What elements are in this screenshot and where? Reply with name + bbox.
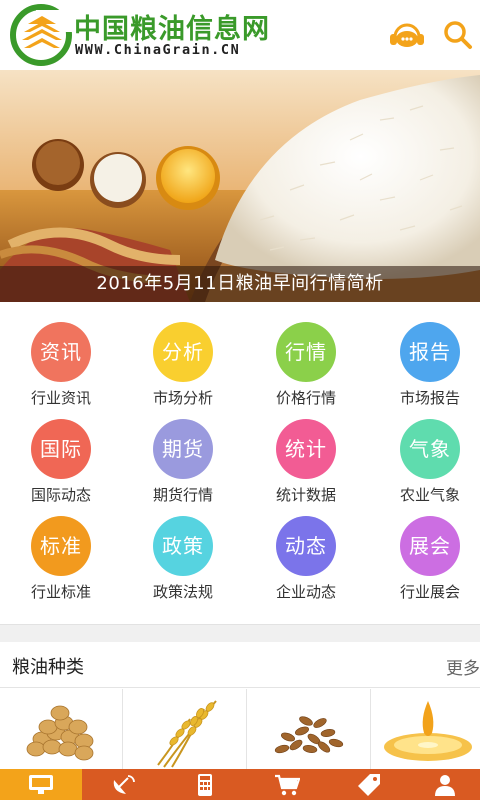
nav-cart[interactable] — [246, 769, 328, 800]
app-header: 中国粮油信息网 WWW.ChinaGrain.CN — [0, 0, 480, 70]
category-icon-badge: 展会 — [400, 516, 460, 576]
nav-tags[interactable] — [328, 769, 410, 800]
search-icon[interactable] — [440, 17, 480, 53]
category-icon-badge: 行情 — [276, 322, 336, 382]
section-header: 粮油种类 更多 — [0, 642, 480, 688]
category-icon-badge: 标准 — [31, 516, 91, 576]
category-statistics[interactable]: 统计 统计数据 — [245, 399, 365, 504]
more-link[interactable]: 更多 — [446, 654, 480, 679]
app-screen: 中国粮油信息网 WWW.ChinaGrain.CN 2016年5月11日粮油早间… — [0, 0, 480, 800]
category-icon-badge: 分析 — [153, 322, 213, 382]
category-policies[interactable]: 政策 政策法规 — [122, 496, 242, 601]
monitor-icon — [29, 775, 53, 794]
category-international-news[interactable]: 国际 国际动态 — [0, 399, 120, 504]
customer-service-icon[interactable] — [387, 17, 427, 53]
category-label: 行业展会 — [399, 583, 460, 601]
category-icon-badge: 政策 — [153, 516, 213, 576]
nav-broadcast[interactable] — [82, 769, 164, 800]
category-icon-badge: 资讯 — [31, 322, 91, 382]
product-type-list — [0, 689, 480, 769]
product-soybean[interactable] — [0, 689, 123, 769]
category-futures[interactable]: 期货 期货行情 — [122, 399, 242, 504]
category-industry-news[interactable]: 资讯 行业资讯 — [0, 302, 120, 407]
banner-caption[interactable]: 2016年5月11日粮油早间行情简析 — [0, 266, 480, 302]
category-label: 政策法规 — [152, 583, 213, 601]
category-agri-weather[interactable]: 气象 农业气象 — [369, 399, 480, 504]
nav-calculator[interactable] — [164, 769, 246, 800]
category-icon-badge: 统计 — [276, 419, 336, 479]
grain-seeds-image — [274, 716, 344, 754]
category-market-reports[interactable]: 报告 市场报告 — [369, 302, 480, 407]
banner-carousel[interactable]: 2016年5月11日粮油早间行情简析 — [0, 70, 480, 302]
nav-profile[interactable] — [410, 769, 480, 800]
section-title: 粮油种类 — [12, 657, 84, 678]
category-label: 企业动态 — [275, 583, 336, 601]
category-icon-badge: 期货 — [153, 419, 213, 479]
category-grid: 资讯 行业资讯 分析 市场分析 行情 价格行情 报告 市场报告 国际 国际动态 … — [0, 302, 480, 624]
category-icon-badge: 报告 — [400, 322, 460, 382]
wheat-image — [157, 700, 217, 768]
product-cooking-oil[interactable] — [372, 689, 480, 769]
category-company-news[interactable]: 动态 企业动态 — [245, 496, 365, 601]
user-icon — [435, 775, 455, 796]
section-divider — [0, 624, 480, 642]
category-market-analysis[interactable]: 分析 市场分析 — [122, 302, 242, 407]
brand-name: 中国粮油信息网 — [74, 14, 270, 45]
soybean-image — [26, 705, 94, 761]
brand-url: WWW.ChinaGrain.CN — [75, 42, 241, 58]
category-industry-standards[interactable]: 标准 行业标准 — [0, 496, 120, 601]
product-wheat[interactable] — [124, 689, 247, 769]
category-icon-badge: 国际 — [31, 419, 91, 479]
product-grain-seeds[interactable] — [248, 689, 371, 769]
category-label: 行业标准 — [30, 583, 91, 601]
calculator-icon — [198, 774, 212, 796]
category-price-quotes[interactable]: 行情 价格行情 — [245, 302, 365, 407]
china-grain-logo-icon — [10, 4, 72, 66]
cooking-oil-image — [384, 701, 472, 761]
nav-home[interactable] — [0, 769, 82, 800]
satellite-dish-icon — [113, 775, 135, 794]
category-icon-badge: 动态 — [276, 516, 336, 576]
price-tag-icon — [358, 774, 380, 796]
shopping-cart-icon — [275, 774, 300, 796]
category-icon-badge: 气象 — [400, 419, 460, 479]
category-exhibitions[interactable]: 展会 行业展会 — [369, 496, 480, 601]
bottom-nav-bar — [0, 769, 480, 800]
